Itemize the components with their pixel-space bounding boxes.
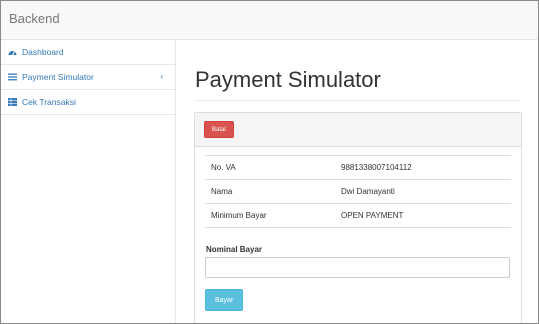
- list-icon: [8, 73, 18, 81]
- row-label-minimum-bayar: Minimum Bayar: [205, 203, 341, 228]
- brand-link[interactable]: Backend: [9, 11, 60, 26]
- nominal-bayar-label: Nominal Bayar: [206, 245, 263, 254]
- table-icon: [8, 98, 18, 106]
- row-value-no-va: 9881338007104112: [341, 155, 511, 180]
- sidebar-item-label: Cek Transaksi: [22, 97, 76, 107]
- pay-button[interactable]: Bayar: [205, 289, 244, 311]
- panel-heading: Batal: [195, 113, 521, 147]
- table-row: Minimum Bayar OPEN PAYMENT: [205, 203, 511, 228]
- payment-info-table: No. VA 9881338007104112 Nama Dwi Damayan…: [205, 155, 511, 228]
- top-navbar: Backend: [1, 1, 538, 40]
- title-divider: [195, 100, 520, 101]
- chevron-left-icon: ‹: [160, 72, 163, 81]
- cancel-button[interactable]: Batal: [204, 121, 234, 138]
- row-value-minimum-bayar: OPEN PAYMENT: [341, 203, 511, 228]
- sidebar: Dashboard Payment Simulator ‹ Cek Transa…: [1, 40, 176, 323]
- dashboard-icon: [8, 48, 18, 56]
- table-row: No. VA 9881338007104112: [205, 155, 511, 180]
- payment-panel: Batal No. VA 9881338007104112 Nama Dwi D…: [194, 112, 522, 323]
- table-row: Nama Dwi Damayanti: [205, 179, 511, 204]
- row-label-no-va: No. VA: [205, 155, 341, 180]
- nominal-bayar-input[interactable]: [205, 257, 510, 278]
- page-title: Payment Simulator: [195, 67, 381, 92]
- sidebar-item-payment-simulator[interactable]: Payment Simulator ‹: [1, 65, 175, 90]
- sidebar-item-cek-transaksi[interactable]: Cek Transaksi: [1, 90, 175, 115]
- main-content: Payment Simulator Batal No. VA 988133800…: [176, 40, 538, 323]
- sidebar-item-label: Payment Simulator: [22, 72, 94, 82]
- sidebar-item-label: Dashboard: [22, 47, 64, 57]
- sidebar-item-dashboard[interactable]: Dashboard: [1, 40, 175, 65]
- row-value-nama: Dwi Damayanti: [341, 179, 511, 204]
- app-window: Backend Dashboard Payment Simulator ‹ Ce…: [0, 0, 539, 324]
- row-label-nama: Nama: [205, 179, 341, 204]
